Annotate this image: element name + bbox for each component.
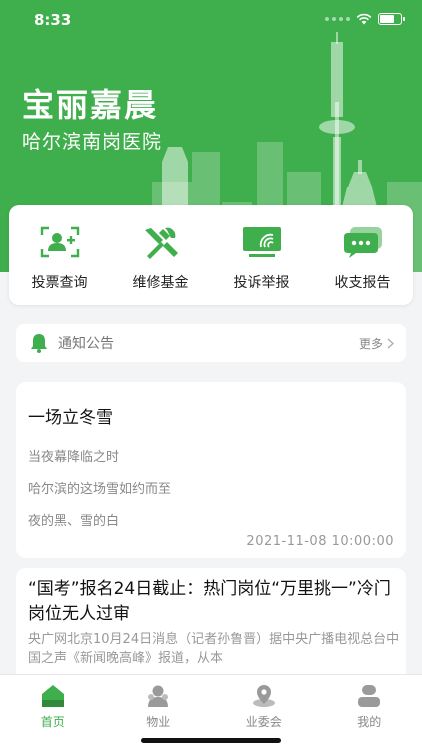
article-date: 2021-11-08 10:00:00	[246, 534, 394, 549]
notice-title: 通知公告	[58, 336, 114, 352]
chat-report-icon	[343, 227, 382, 258]
property-icon	[148, 685, 169, 707]
home-indicator	[141, 738, 281, 743]
article-line: 夜的黑、雪的白	[28, 514, 120, 529]
notice-more-label: 更多	[358, 337, 383, 351]
quick-actions-card: 投票查询 维修基金 投诉举报 收支报告	[9, 205, 413, 305]
article-excerpt: 央广网北京10月24日消息（记者孙鲁晋）据中央广播电视总台中国之声《新闻晚高峰》…	[28, 632, 400, 666]
tab-label: 首页	[40, 715, 65, 729]
tools-icon	[144, 227, 178, 259]
quick-action-repair-fund[interactable]: 维修基金	[110, 205, 211, 305]
quick-action-label: 投票查询	[31, 275, 88, 291]
tab-label: 我的	[357, 715, 382, 729]
tab-label: 物业	[146, 715, 171, 729]
notice-more-link[interactable]: 更多	[359, 335, 394, 352]
quick-action-vote-query[interactable]: 投票查询	[9, 205, 110, 305]
wifi-icon	[356, 13, 372, 25]
quick-action-finance-report[interactable]: 收支报告	[312, 205, 413, 305]
profile-icon	[358, 685, 381, 707]
article-line: 哈尔滨的这场雪如约而至	[28, 482, 172, 497]
status-time: 8:33	[34, 11, 72, 29]
committee-icon	[252, 685, 275, 707]
complaint-screen-icon	[242, 227, 281, 257]
signal-icon	[325, 17, 350, 21]
chevron-right-icon	[387, 338, 394, 349]
battery-icon	[378, 13, 405, 25]
quick-action-label: 投诉举报	[233, 275, 290, 291]
home-icon	[41, 685, 64, 707]
article-title: “国考”报名24日截止：热门岗位“万里挑一”冷门岗位无人过审	[28, 579, 391, 624]
article-card[interactable]: 一场立冬雪 当夜幕降临之时 哈尔滨的这场雪如约而至 夜的黑、雪的白 2021-1…	[16, 382, 406, 558]
status-indicators	[325, 13, 405, 25]
tab-home[interactable]: 首页	[0, 675, 106, 750]
vote-user-icon	[40, 226, 79, 258]
quick-action-label: 收支报告	[334, 275, 391, 291]
tab-profile[interactable]: 我的	[317, 675, 422, 750]
tab-label: 业委会	[245, 715, 282, 729]
notice-bar[interactable]: 通知公告 更多	[16, 324, 406, 362]
article-title: 一场立冬雪	[28, 408, 113, 428]
quick-action-complaint[interactable]: 投诉举报	[211, 205, 312, 305]
quick-action-label: 维修基金	[132, 275, 189, 291]
article-line: 当夜幕降临之时	[28, 450, 120, 465]
bell-icon	[31, 334, 47, 353]
